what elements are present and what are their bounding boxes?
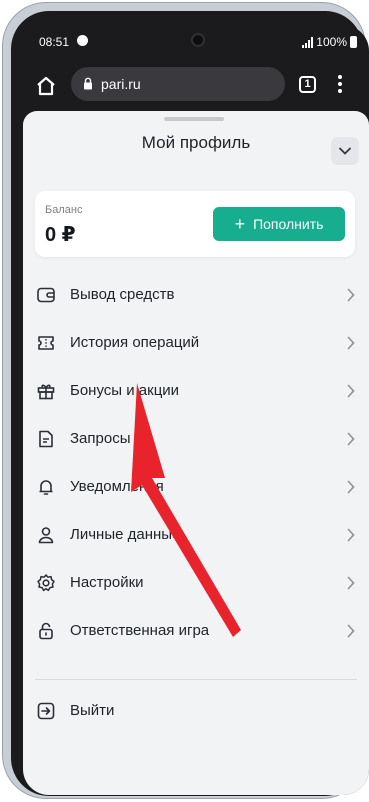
menu-item-bonuses[interactable]: Бонусы и акции xyxy=(23,367,369,415)
lock-icon xyxy=(84,77,92,90)
menu-label: Уведомления xyxy=(70,478,164,495)
menu-item-responsible-gaming[interactable]: Ответственная игра xyxy=(23,607,369,655)
menu-label: Бонусы и акции xyxy=(70,382,180,399)
gear-icon xyxy=(37,574,55,592)
topup-label: Пополнить xyxy=(253,216,324,232)
chevron-down-icon xyxy=(339,147,351,155)
chevron-right-icon xyxy=(347,480,355,494)
user-icon xyxy=(38,527,54,544)
screen: 08:51 100% pari.ru 1 Мой профиль Баланс … xyxy=(23,25,369,795)
chevron-right-icon xyxy=(347,624,355,638)
menu-item-settings[interactable]: Настройки xyxy=(23,559,369,607)
menu-item-history[interactable]: История операций xyxy=(23,319,369,367)
browser-toolbar: pari.ru 1 xyxy=(23,61,369,111)
document-icon xyxy=(39,430,53,448)
gift-icon xyxy=(37,384,55,400)
menu-label: История операций xyxy=(70,334,200,351)
battery-percent: 100% xyxy=(316,35,347,49)
wallet-icon xyxy=(37,287,55,303)
status-indicators: 100% xyxy=(302,35,357,49)
chevron-right-icon xyxy=(347,336,355,350)
menu-label: Запросы xyxy=(70,430,131,447)
phone-bezel: 08:51 100% pari.ru 1 Мой профиль Баланс … xyxy=(11,11,369,796)
page-title: Мой профиль xyxy=(141,133,251,152)
front-camera xyxy=(191,33,205,47)
status-time: 08:51 xyxy=(39,35,70,49)
balance-card: Баланс 0 ₽ + Пополнить xyxy=(35,191,355,257)
chevron-right-icon xyxy=(347,432,355,446)
menu-label: Личные данные xyxy=(70,526,181,543)
menu-item-withdraw[interactable]: Вывод средств xyxy=(23,271,369,319)
more-menu-icon[interactable] xyxy=(337,75,343,95)
chevron-right-icon xyxy=(347,528,355,542)
logout-button[interactable]: Выйти xyxy=(23,687,369,735)
menu-item-personal-data[interactable]: Личные данные xyxy=(23,511,369,559)
bell-icon xyxy=(39,480,53,495)
balance-value: 0 ₽ xyxy=(45,224,76,246)
lock-icon xyxy=(39,622,53,640)
battery-icon xyxy=(350,36,357,48)
menu-label: Ответственная игра xyxy=(70,622,210,639)
home-icon[interactable] xyxy=(35,75,57,97)
menu-label: Настройки xyxy=(70,574,144,591)
chevron-right-icon xyxy=(347,384,355,398)
menu-label: Вывод средств xyxy=(70,286,175,303)
balance-label: Баланс xyxy=(45,204,83,216)
logout-label: Выйти xyxy=(70,702,115,719)
menu-item-requests[interactable]: Запросы xyxy=(23,415,369,463)
divider xyxy=(35,679,357,680)
url-text: pari.ru xyxy=(101,76,141,92)
notification-icon xyxy=(77,35,88,46)
status-bar: 08:51 100% xyxy=(23,25,369,61)
topup-button[interactable]: + Пополнить xyxy=(213,207,345,241)
drag-handle[interactable] xyxy=(164,117,224,121)
ticket-icon xyxy=(38,336,54,350)
tabs-button[interactable]: 1 xyxy=(299,76,316,93)
chevron-right-icon xyxy=(347,576,355,590)
profile-sheet: Мой профиль Баланс 0 ₽ + Пополнить Вывод… xyxy=(23,111,369,795)
logout-icon xyxy=(37,702,55,720)
menu-item-notifications[interactable]: Уведомления xyxy=(23,463,369,511)
profile-menu: Вывод средств История операций Бонусы и … xyxy=(23,271,369,655)
plus-icon: + xyxy=(234,214,246,234)
phone-frame: 08:51 100% pari.ru 1 Мой профиль Баланс … xyxy=(2,2,369,799)
address-bar[interactable]: pari.ru xyxy=(71,67,285,101)
chevron-right-icon xyxy=(347,288,355,302)
signal-icon xyxy=(302,36,314,48)
collapse-button[interactable] xyxy=(331,137,359,165)
